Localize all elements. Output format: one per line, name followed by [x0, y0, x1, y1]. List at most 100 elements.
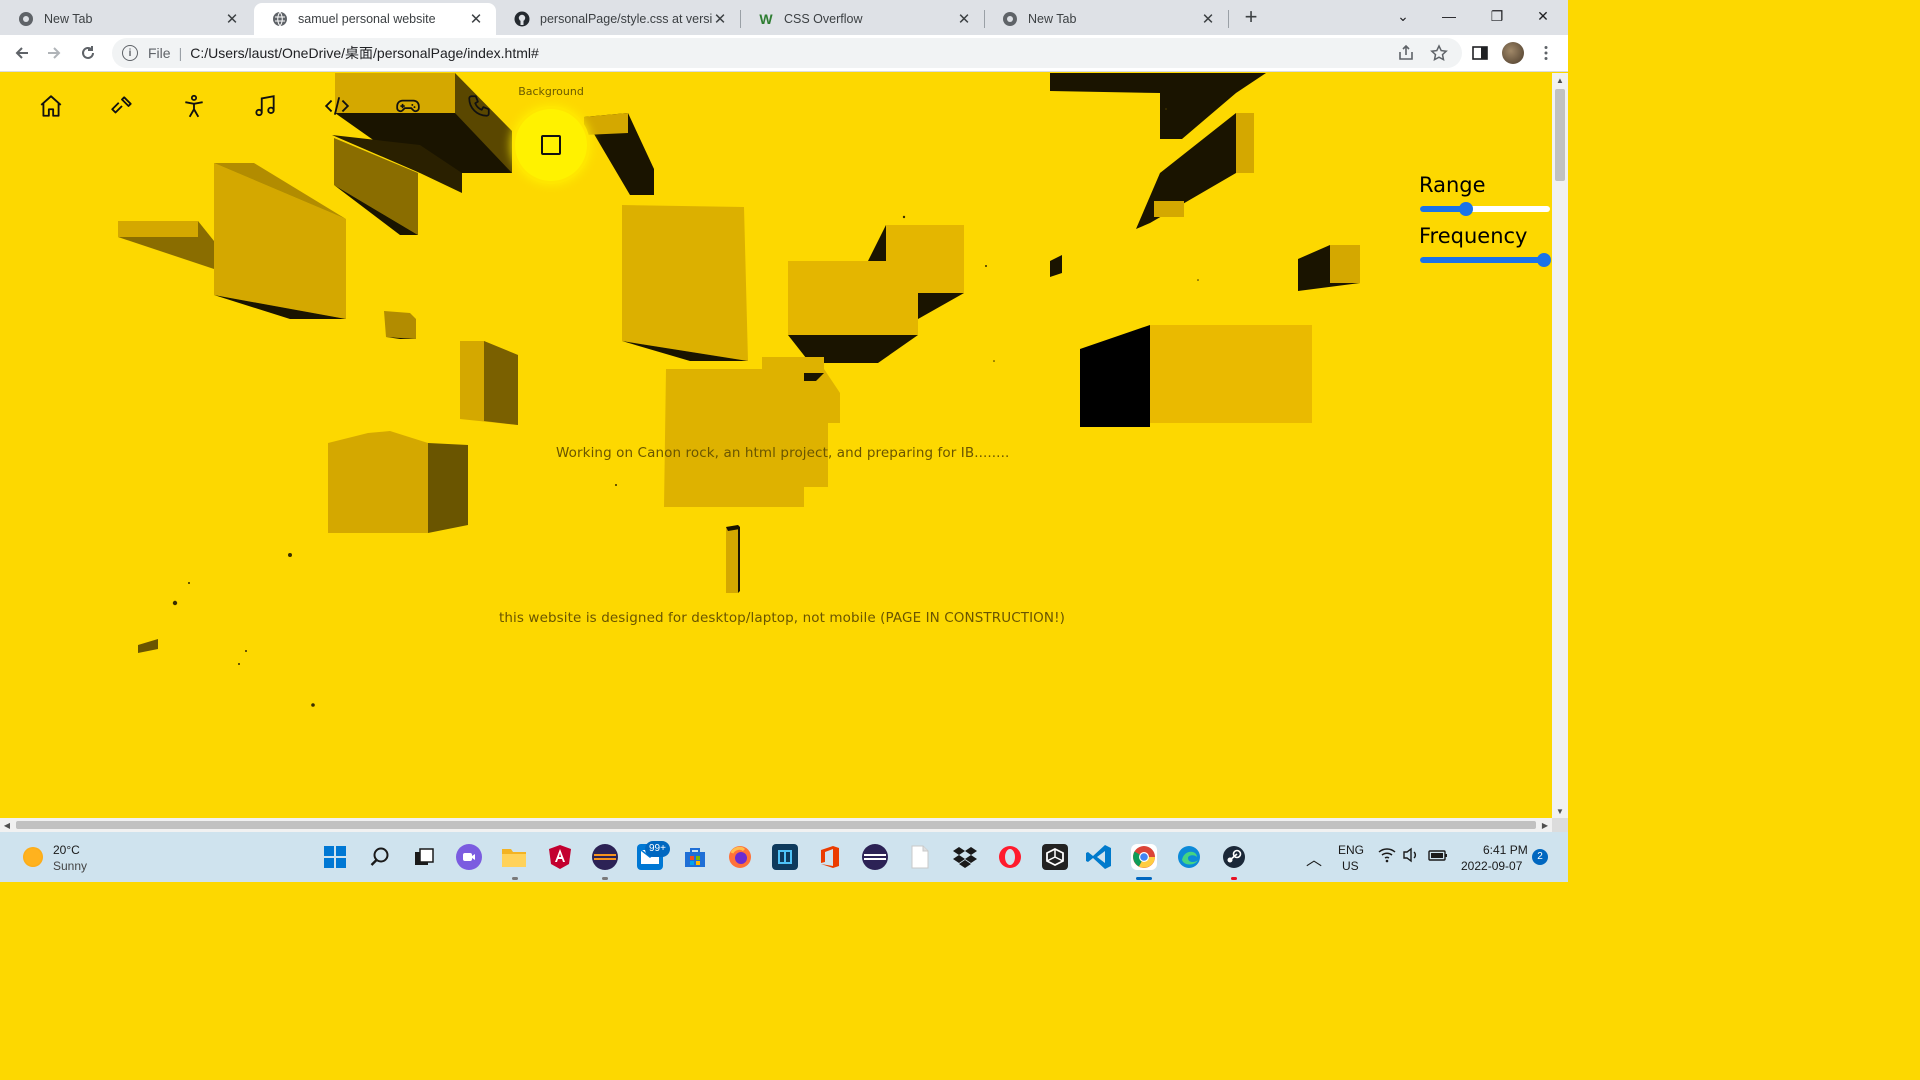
background-toggle-label: Background: [518, 85, 584, 98]
tab-label: personalPage/style.css at version: [540, 12, 712, 26]
tab-label: CSS Overflow: [784, 12, 863, 26]
tab-label: New Tab: [1028, 12, 1077, 26]
tab-new-tab-2[interactable]: New Tab ✕: [984, 3, 1228, 35]
language-top[interactable]: ENG: [1338, 843, 1364, 857]
github-icon: [514, 11, 530, 27]
maximize-button[interactable]: ❐: [1474, 0, 1520, 32]
horizontal-scrollbar[interactable]: ◀ ▶: [0, 818, 1552, 832]
background-toggle-button[interactable]: [515, 109, 587, 181]
close-icon[interactable]: ✕: [468, 11, 484, 28]
back-icon[interactable]: [8, 39, 36, 67]
range-label: Range: [1419, 173, 1486, 197]
address-bar[interactable]: i File | C:/Users/laust/OneDrive/桌面/pers…: [112, 38, 1462, 68]
bookmark-star-icon[interactable]: [1425, 39, 1453, 67]
share-icon[interactable]: [1392, 39, 1420, 67]
chat-icon[interactable]: [456, 844, 482, 870]
cube: [1298, 245, 1360, 291]
vertical-scrollbar[interactable]: ▲ ▼: [1552, 73, 1568, 818]
language-bottom[interactable]: US: [1342, 859, 1359, 873]
cube: [726, 525, 740, 593]
code-icon[interactable]: [321, 90, 353, 122]
eclipse-icon[interactable]: [592, 844, 618, 870]
cube: [460, 341, 518, 425]
site-info-icon[interactable]: i: [122, 45, 138, 61]
gamepad-icon[interactable]: [392, 90, 424, 122]
music-note-icon[interactable]: [249, 90, 281, 122]
minimize-button[interactable]: —: [1426, 0, 1472, 32]
task-view-icon[interactable]: [411, 844, 437, 870]
close-icon[interactable]: ✕: [224, 11, 240, 28]
profile-avatar[interactable]: [1502, 42, 1524, 64]
scroll-down-arrow-icon[interactable]: ▼: [1552, 804, 1568, 818]
range-slider[interactable]: [1420, 202, 1550, 216]
close-icon[interactable]: ✕: [712, 11, 728, 28]
close-icon[interactable]: ✕: [956, 11, 972, 28]
chrome-icon[interactable]: [1131, 844, 1157, 870]
tab-strip: New Tab ✕ samuel personal website ✕ pers…: [0, 0, 1568, 35]
cube: [664, 357, 840, 507]
package-icon[interactable]: [772, 844, 798, 870]
frequency-label: Frequency: [1419, 224, 1528, 248]
forward-icon[interactable]: [40, 39, 68, 67]
tab-github-style-css[interactable]: personalPage/style.css at version ✕: [496, 3, 740, 35]
cube: [584, 113, 654, 195]
new-tab-button[interactable]: +: [1240, 4, 1262, 30]
clock-date[interactable]: 2022-09-07: [1461, 859, 1522, 873]
unity-icon[interactable]: [1042, 844, 1068, 870]
running-indicator: [1231, 877, 1237, 880]
weather-condition[interactable]: Sunny: [53, 859, 87, 873]
mail-badge: 99+: [645, 841, 670, 857]
battery-icon[interactable]: [1427, 845, 1449, 865]
globe-icon: [272, 11, 288, 27]
search-icon[interactable]: [367, 844, 393, 870]
dropbox-icon[interactable]: [952, 844, 978, 870]
url-text[interactable]: C:/Users/laust/OneDrive/桌面/personalPage/…: [190, 43, 539, 63]
eclipse-icon[interactable]: [862, 844, 888, 870]
tab-css-overflow[interactable]: W CSS Overflow ✕: [740, 3, 984, 35]
frequency-slider[interactable]: [1420, 253, 1551, 267]
vscode-icon[interactable]: [1086, 844, 1112, 870]
office-icon[interactable]: [817, 844, 843, 870]
square-icon: [541, 135, 561, 155]
reload-icon[interactable]: [74, 39, 102, 67]
w-icon: W: [759, 11, 773, 27]
divider: |: [178, 45, 183, 61]
home-icon[interactable]: [35, 90, 67, 122]
scroll-up-arrow-icon[interactable]: ▲: [1552, 73, 1568, 87]
slider-thumb[interactable]: [1458, 202, 1473, 216]
chevron-up-icon[interactable]: ︿: [1306, 846, 1322, 870]
close-window-button[interactable]: ✕: [1520, 0, 1566, 32]
more-menu-icon[interactable]: [1532, 39, 1560, 67]
close-icon[interactable]: ✕: [1200, 11, 1216, 28]
steam-icon[interactable]: [1221, 844, 1247, 870]
notification-badge[interactable]: 2: [1532, 849, 1548, 865]
clock-time[interactable]: 6:41 PM: [1483, 843, 1528, 857]
firefox-icon[interactable]: [727, 844, 753, 870]
side-panel-icon[interactable]: [1466, 39, 1494, 67]
angular-icon[interactable]: [547, 844, 573, 870]
store-icon[interactable]: [682, 844, 708, 870]
scroll-left-arrow-icon[interactable]: ◀: [0, 818, 14, 832]
cube: [622, 205, 748, 361]
running-indicator: [602, 877, 608, 880]
tab-search-chevron-icon[interactable]: ⌄: [1380, 0, 1426, 32]
tab-samuel-personal-website[interactable]: samuel personal website ✕: [254, 3, 496, 35]
phone-icon[interactable]: [463, 90, 495, 122]
scroll-thumb[interactable]: [1555, 89, 1565, 181]
opera-icon[interactable]: [997, 844, 1023, 870]
file-icon[interactable]: [907, 844, 933, 870]
person-icon[interactable]: [178, 90, 210, 122]
hammer-icon[interactable]: [106, 90, 138, 122]
scroll-right-arrow-icon[interactable]: ▶: [1538, 818, 1552, 832]
wifi-icon[interactable]: [1377, 845, 1397, 865]
sun-icon[interactable]: [23, 847, 43, 867]
edge-icon[interactable]: [1176, 844, 1202, 870]
scroll-thumb[interactable]: [16, 821, 1536, 829]
folder-icon[interactable]: [501, 844, 527, 870]
windows-icon[interactable]: [322, 844, 348, 870]
tab-new-tab-1[interactable]: New Tab ✕: [0, 3, 252, 35]
weather-temp[interactable]: 20°C: [53, 843, 80, 857]
tab-label: New Tab: [44, 12, 93, 26]
volume-icon[interactable]: [1401, 845, 1421, 865]
slider-thumb[interactable]: [1536, 253, 1551, 267]
